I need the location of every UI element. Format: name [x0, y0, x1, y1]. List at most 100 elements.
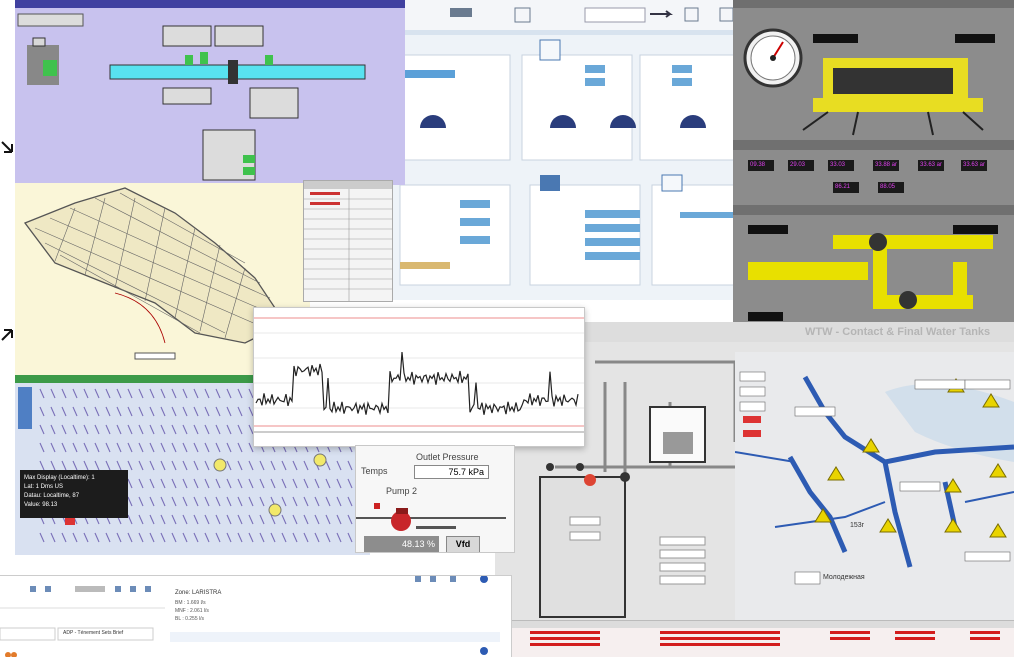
dashboard-graphic [390, 0, 790, 286]
wind-arrow [160, 442, 166, 453]
wind-arrow [226, 460, 232, 471]
wind-arrow [127, 442, 133, 453]
wind-arrow [259, 478, 265, 489]
map-tooltip-line-2: Lat: 1 Dms US [24, 484, 64, 490]
trend-line-icon [255, 351, 579, 416]
wind-arrow [149, 442, 155, 453]
wind-arrow [193, 406, 199, 417]
wind-arrow [83, 460, 89, 471]
wind-arrow [83, 532, 89, 543]
wind-arrow [149, 388, 155, 399]
wind-arrow [226, 514, 232, 525]
wind-arrow [259, 532, 265, 543]
wind-arrow [171, 460, 177, 471]
wind-arrow [336, 532, 342, 543]
alarm-app-panel: Zone: LARISTRA BM : 1.669 l/s MNF : 2.06… [0, 575, 512, 657]
wind-arrow [204, 460, 210, 471]
wind-arrow [292, 514, 298, 525]
wind-arrow [237, 478, 243, 489]
wind-arrow [149, 496, 155, 507]
wind-arrow [160, 496, 166, 507]
wind-arrow [105, 442, 111, 453]
wind-arrow [83, 406, 89, 417]
wind-arrow [105, 460, 111, 471]
wind-arrow [270, 460, 276, 471]
pump-icon [391, 508, 411, 531]
wind-arrow [215, 532, 221, 543]
wind-arrow [160, 406, 166, 417]
wind-arrow [127, 532, 133, 543]
wind-arrow [281, 496, 287, 507]
wind-arrow [314, 532, 320, 543]
map-tooltip-line-4: Value: 98.13 [24, 502, 58, 508]
final-tank-icon [539, 476, 626, 618]
wind-arrow [72, 388, 78, 399]
map-tooltip-line-1: Max Display (Localtime): 1 [24, 475, 95, 481]
zone-line-2: MNF : 2.061 l/s [175, 608, 209, 614]
wind-arrow [237, 532, 243, 543]
wind-arrow [325, 460, 331, 471]
wind-arrow [72, 532, 78, 543]
pipeline-graphic [15, 0, 405, 181]
alarm-tab-label[interactable]: ADP - Ténement Sets Brief [63, 630, 123, 636]
wind-arrow [138, 460, 144, 471]
wind-arrow [116, 532, 122, 543]
vfd-button[interactable]: Vfd [446, 536, 480, 552]
wind-arrow [314, 478, 320, 489]
wind-arrow [193, 460, 199, 471]
wind-arrow [171, 388, 177, 399]
wind-arrow [116, 442, 122, 453]
wind-arrow [105, 532, 111, 543]
wind-arrow [226, 388, 232, 399]
wind-arrow [237, 514, 243, 525]
wind-arrow [314, 514, 320, 525]
wind-arrow [127, 460, 133, 471]
wind-arrow [39, 406, 45, 417]
wind-arrow [248, 478, 254, 489]
trend-chart-panel [253, 307, 585, 447]
wind-arrow [171, 496, 177, 507]
zone-line-3: BL : 0.255 l/s [175, 616, 204, 622]
wind-arrow [325, 514, 331, 525]
wind-arrow [182, 532, 188, 543]
alarm-strip [510, 620, 1014, 657]
wind-arrow [171, 442, 177, 453]
wind-arrow [160, 532, 166, 543]
wind-arrow [303, 460, 309, 471]
wind-arrow [94, 424, 100, 435]
gas-value-5: 33.63 ar [920, 162, 943, 168]
wind-arrow [226, 496, 232, 507]
wind-arrow [215, 406, 221, 417]
wind-arrow [204, 478, 210, 489]
wind-arrow [116, 424, 122, 435]
wind-arrow [50, 460, 56, 471]
wind-arrow [325, 496, 331, 507]
wind-arrow [94, 460, 100, 471]
wind-arrow [182, 514, 188, 525]
wind-arrow [72, 406, 78, 417]
pump-speed-value: 48.13 % [364, 536, 439, 552]
gas-value-6: 33.63 ar [963, 162, 986, 168]
wind-arrow [94, 532, 100, 543]
wind-arrow [127, 424, 133, 435]
wind-arrow [226, 532, 232, 543]
wind-arrow [61, 406, 67, 417]
wind-arrow [50, 388, 56, 399]
wind-arrow [336, 460, 342, 471]
wind-arrow [61, 388, 67, 399]
alarm-strip-graphic [510, 621, 1014, 646]
network-label-a: 153г [850, 522, 865, 529]
wind-arrow [127, 406, 133, 417]
wind-arrow [270, 532, 276, 543]
wind-arrow [193, 478, 199, 489]
wind-arrow [50, 442, 56, 453]
wind-arrow [204, 406, 210, 417]
wind-arrow [127, 514, 133, 525]
wind-arrow [61, 442, 67, 453]
wind-arrow [138, 532, 144, 543]
wind-arrow [193, 424, 199, 435]
zone-line-1: BM : 1.669 l/s [175, 600, 206, 606]
wind-arrow [72, 460, 78, 471]
wind-arrow [149, 460, 155, 471]
wind-arrow [149, 514, 155, 525]
